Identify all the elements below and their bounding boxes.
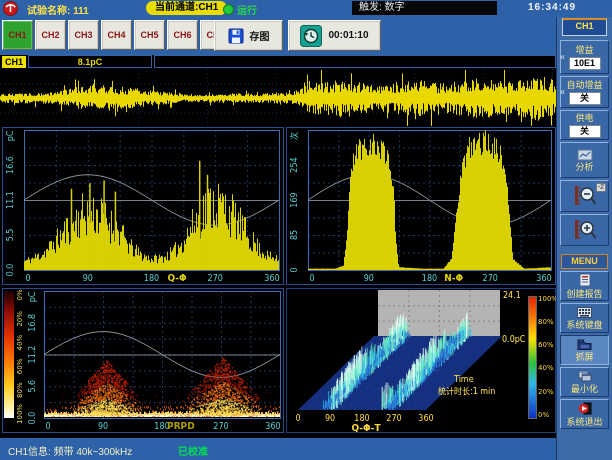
zoom-step-badge: -2 xyxy=(596,183,606,192)
top-bar: 试验名称: 111 当前通道:CH1 运行 触发: 数字 16:34:49 xyxy=(0,0,612,17)
menu-item-2[interactable]: 系统键盘 xyxy=(560,303,609,333)
channel-info-label: CH1信息: xyxy=(8,447,51,458)
calibrated-badge: 已校准 xyxy=(178,443,208,458)
waveform-chart xyxy=(0,69,556,127)
save-image-label: 存图 xyxy=(250,28,270,43)
timer-value: 00:01:10 xyxy=(328,30,368,41)
power-label: 供电 xyxy=(575,113,593,123)
channel-band: 频带 40k~300kHz xyxy=(54,447,133,458)
analysis-button[interactable]: 分析 xyxy=(560,142,609,178)
auto-gain-label: 自动增益 xyxy=(566,80,602,90)
menu-item-label: 系统退出 xyxy=(566,417,602,427)
channel-button-ch3[interactable]: CH3 xyxy=(68,20,99,50)
zoom-in-button[interactable] xyxy=(560,214,609,246)
menu-item-label: 系统键盘 xyxy=(566,320,602,330)
q-phi-t-3d-chart xyxy=(286,288,556,433)
sidebar-channel-tab[interactable]: CH1 xyxy=(562,18,607,36)
power-button[interactable]: 供电 关 xyxy=(560,110,609,140)
channel-button-ch2[interactable]: CH2 xyxy=(35,20,66,50)
menu-items: 创建报告系统键盘抓屏最小化系统退出 xyxy=(557,271,612,429)
zoom-out-button[interactable]: -2 xyxy=(560,180,609,212)
signal-value-box: 8.1pC xyxy=(28,55,152,68)
auto-gain-value: 关 xyxy=(569,92,601,105)
current-channel-badge: 当前通道:CH1 xyxy=(146,1,227,15)
gain-button[interactable]: « 增益 10E1 xyxy=(560,40,609,74)
menu-item-3[interactable]: 抓屏 xyxy=(560,335,609,365)
collapse-chevron-icon[interactable]: « xyxy=(560,88,565,97)
system-time: 16:34:49 xyxy=(528,2,576,13)
report-icon xyxy=(578,273,592,289)
floppy-disk-icon xyxy=(228,28,244,44)
signal-channel-tag: CH1 xyxy=(2,56,26,68)
n-phi-chart xyxy=(286,127,556,285)
analysis-screen-icon xyxy=(577,149,593,162)
keyboard-icon xyxy=(577,307,592,320)
channel-button-ch6[interactable]: CH6 xyxy=(167,20,198,50)
menu-header[interactable]: MENU xyxy=(561,254,608,269)
run-status-label: 运行 xyxy=(237,2,257,17)
menu-item-label: 创建报告 xyxy=(566,289,602,299)
screenshot-icon xyxy=(577,338,592,352)
test-name-value: 111 xyxy=(73,6,89,17)
menu-item-5[interactable]: 系统退出 xyxy=(560,399,609,429)
save-image-button[interactable]: 存图 xyxy=(214,20,283,51)
analysis-label: 分析 xyxy=(575,162,593,172)
pd-analyzer-window: 试验名称: 111 当前通道:CH1 运行 触发: 数字 16:34:49 CH… xyxy=(0,0,612,460)
prpd-chart xyxy=(2,288,284,433)
run-status-icon xyxy=(223,4,234,15)
timer-button[interactable]: 00:01:10 xyxy=(288,20,381,51)
trigger-mode-field: 触发: 数字 xyxy=(352,1,497,15)
channel-info: CH1信息: 频带 40k~300kHz xyxy=(8,443,132,458)
gain-label: 增益 xyxy=(575,45,593,55)
signal-header-spacer xyxy=(154,55,556,68)
q-phi-chart xyxy=(2,127,284,285)
collapse-chevron-icon[interactable]: « xyxy=(560,53,565,62)
test-name: 试验名称: 111 xyxy=(27,2,89,17)
channel-button-ch5[interactable]: CH5 xyxy=(134,20,165,50)
menu-item-4[interactable]: 最小化 xyxy=(560,367,609,397)
toolbar: CH1CH2CH3CH4CH5CH6CH7CH8 存图 00:01:10 xyxy=(0,17,612,55)
auto-gain-button[interactable]: « 自动增益 关 xyxy=(560,76,609,108)
exit-icon xyxy=(578,402,592,417)
status-bar: CH1信息: 频带 40k~300kHz 已校准 xyxy=(0,438,612,460)
history-clock-icon xyxy=(300,25,322,47)
menu-item-label: 最小化 xyxy=(571,384,598,394)
channel-button-ch1[interactable]: CH1 xyxy=(2,20,33,50)
brand-logo-icon xyxy=(3,1,18,16)
gain-value: 10E1 xyxy=(569,57,601,70)
minimize-icon xyxy=(578,370,592,384)
menu-item-1[interactable]: 创建报告 xyxy=(560,271,609,301)
magnifier-plus-icon xyxy=(572,218,598,242)
test-name-label: 试验名称: xyxy=(27,6,70,17)
menu-item-label: 抓屏 xyxy=(575,352,593,362)
power-value: 关 xyxy=(569,125,601,138)
magnifier-minus-icon xyxy=(572,184,598,208)
channel-button-ch4[interactable]: CH4 xyxy=(101,20,132,50)
sidebar: CH1 « 增益 10E1 « 自动增益 关 供电 关 分析 -2 xyxy=(556,17,612,460)
